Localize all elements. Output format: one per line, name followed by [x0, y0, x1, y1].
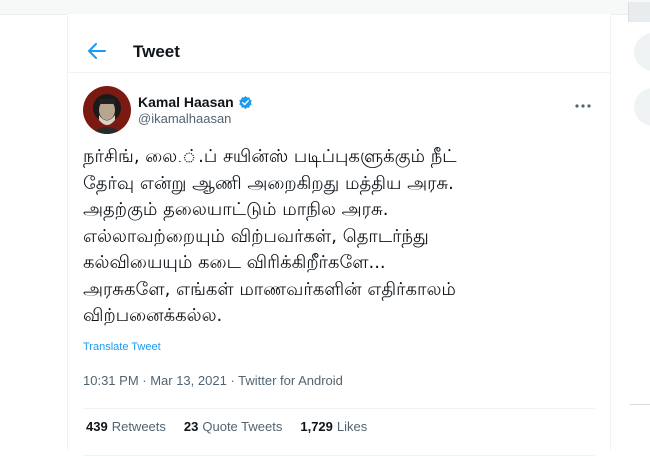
retweets-label: Retweets: [111, 419, 166, 434]
tweet-column: Tweet Kamal Haasan @ikamalhaasan நர்சிங்…: [67, 14, 611, 456]
tweet-text-line: தேர்வு என்று ஆணி அறைகிறது மத்திய அரசு.: [83, 172, 454, 194]
retweets-count: 439: [86, 419, 108, 434]
likes-stat[interactable]: 1,729 Likes: [300, 419, 367, 434]
tweet-text-line: அதற்கும் தலையாட்டும் மாநில அரசு.: [83, 199, 389, 220]
back-button[interactable]: [86, 40, 108, 62]
header-divider: [68, 72, 610, 73]
translate-tweet-link[interactable]: Translate Tweet: [83, 341, 161, 353]
tweet-timestamp[interactable]: 10:31 PM · Mar 13, 2021 · Twitter for An…: [83, 373, 343, 388]
tweet-stats: 439 Retweets 23 Quote Tweets 1,729 Likes: [86, 419, 367, 434]
tweet-text-line: கல்வியையும் கடை விரிக்கிறீர்களே...: [83, 252, 386, 273]
author-name[interactable]: Kamal Haasan: [138, 94, 253, 110]
tweet-text-line: நர்சிங், லை.்.ப் சயின்ஸ் படிப்புகளுக்கும…: [83, 146, 457, 167]
verified-badge-icon: [238, 95, 252, 109]
sidebar-divider: [630, 404, 650, 405]
likes-count: 1,729: [300, 419, 333, 434]
window-corner: [628, 2, 650, 22]
tweet-text-line: எல்லாவற்றையும் விற்பவர்கள், தொடர்ந்து: [83, 225, 429, 247]
more-options-button[interactable]: [574, 96, 592, 108]
sidebar-avatar-placeholder[interactable]: [634, 33, 650, 71]
tweet-header: Tweet: [68, 37, 610, 67]
author-handle[interactable]: @ikamalhaasan: [138, 111, 231, 126]
author-name-text[interactable]: Kamal Haasan: [138, 94, 234, 110]
quote-tweets-count: 23: [183, 419, 199, 434]
page-title: Tweet: [133, 42, 180, 61]
arrow-left-icon: [88, 43, 106, 59]
quote-tweets-label: Quote Tweets: [202, 419, 283, 434]
meta-divider: [83, 408, 595, 409]
tweet-text-line: விற்பனைக்கல்ல.: [83, 305, 223, 326]
avatar[interactable]: [83, 86, 131, 134]
sidebar-avatar-placeholder-2[interactable]: [634, 88, 650, 126]
quote-tweets-stat[interactable]: 23 Quote Tweets: [184, 419, 282, 434]
tweet-text-line: அரசுகளே, எங்கள் மாணவர்களின் எதிர்காலம்: [83, 278, 456, 300]
likes-label: Likes: [336, 419, 368, 434]
tweet-text: நர்சிங், லை.்.ப் சயின்ஸ் படிப்புகளுக்கும…: [83, 144, 598, 330]
browser-top-strip: [0, 0, 650, 15]
retweets-stat[interactable]: 439 Retweets: [86, 419, 166, 434]
more-dots-icon: [575, 104, 591, 108]
